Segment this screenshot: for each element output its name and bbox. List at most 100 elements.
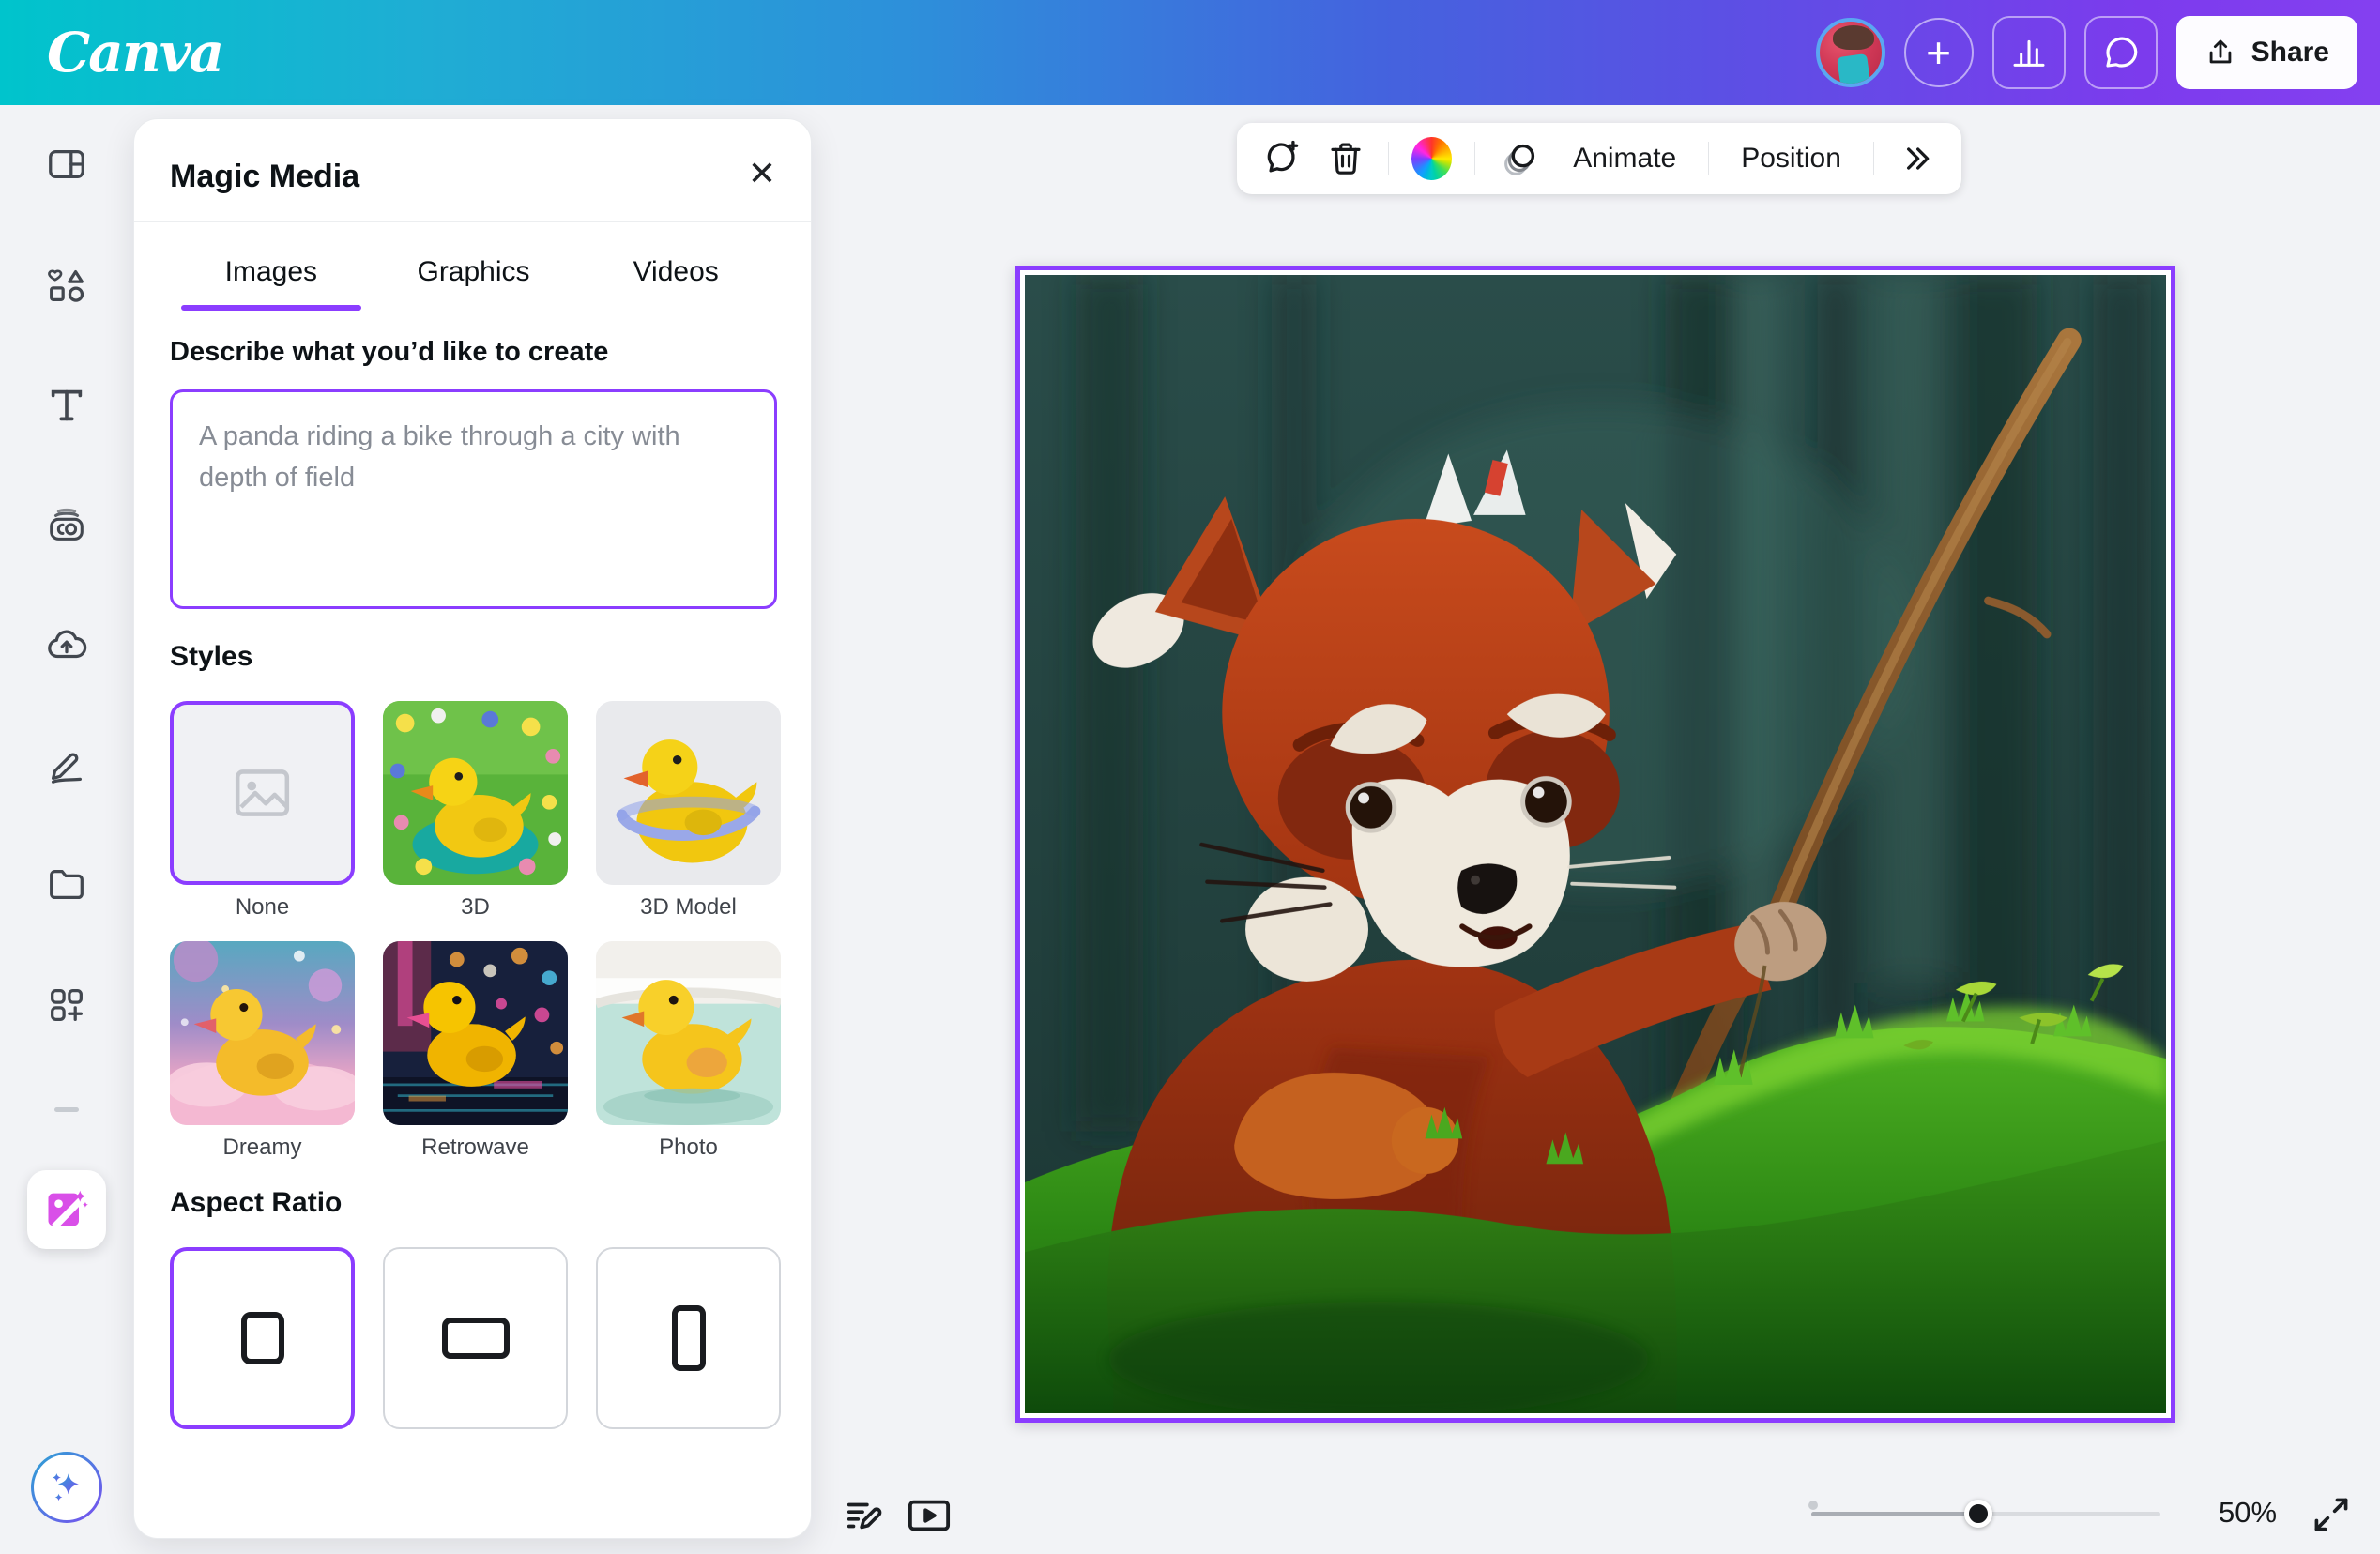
sidebar-item-elements[interactable] <box>45 264 88 307</box>
style-label: 3D Model <box>640 894 737 921</box>
sidebar-item-design[interactable] <box>45 143 88 186</box>
toolbar-divider <box>1873 142 1874 175</box>
share-upload-icon <box>2205 37 2236 69</box>
sparkle-icon <box>46 1467 87 1508</box>
panel-title: Magic Media <box>170 159 359 195</box>
style-thumb-dreamy[interactable] <box>170 941 355 1125</box>
aspect-ratio-heading: Aspect Ratio <box>170 1187 342 1219</box>
toolbar-divider <box>1474 142 1475 175</box>
zoom-percentage[interactable]: 50% <box>2205 1496 2290 1530</box>
animate-icon <box>1498 137 1541 180</box>
top-bar: Canva + Share <box>0 0 2380 105</box>
panel-divider <box>134 221 811 222</box>
image-placeholder-icon <box>174 705 351 881</box>
style-thumb-retrowave[interactable] <box>383 941 568 1125</box>
style-option-3d[interactable]: 3D <box>383 701 568 921</box>
notes-button[interactable] <box>843 1494 886 1537</box>
position-button[interactable]: Position <box>1732 143 1851 175</box>
magic-media-panel: Magic Media ✕ Images Graphics Videos Des… <box>133 118 812 1539</box>
duck-3d-model-art <box>596 701 781 885</box>
share-button[interactable]: Share <box>2176 16 2357 89</box>
sidebar <box>0 105 133 1554</box>
style-label: Photo <box>659 1135 718 1161</box>
style-thumb-none[interactable] <box>170 701 355 885</box>
sidebar-item-apps[interactable] <box>45 983 88 1027</box>
more-options-button[interactable] <box>1897 137 1937 180</box>
toolbar-divider <box>1388 142 1389 175</box>
sidebar-item-projects[interactable] <box>45 863 88 906</box>
plus-icon: + <box>1926 31 1951 74</box>
zoom-slider-knob[interactable] <box>1964 1500 1992 1528</box>
style-option-photo[interactable]: Photo <box>596 941 781 1161</box>
comment-add-icon <box>1261 138 1303 179</box>
aspect-option-portrait[interactable] <box>596 1247 781 1429</box>
expand-icon <box>2311 1494 2352 1535</box>
sidebar-item-brand[interactable] <box>45 504 88 547</box>
describe-label: Describe what you’d like to create <box>170 337 608 368</box>
square-ratio-icon <box>241 1312 284 1364</box>
fullscreen-button[interactable] <box>2311 1494 2352 1535</box>
style-option-retrowave[interactable]: Retrowave <box>383 941 568 1161</box>
sidebar-item-text[interactable] <box>45 384 88 427</box>
present-play-icon <box>905 1494 954 1537</box>
animate-button-icon[interactable] <box>1498 137 1541 180</box>
tab-graphics[interactable]: Graphics <box>373 234 575 311</box>
style-option-none[interactable]: None <box>170 701 355 921</box>
magic-media-icon <box>42 1185 91 1234</box>
tab-images[interactable]: Images <box>170 234 373 311</box>
style-thumb-3d[interactable] <box>383 701 568 885</box>
style-label: Retrowave <box>421 1135 529 1161</box>
color-wheel-button[interactable] <box>1411 137 1452 180</box>
duck-3d-art <box>383 701 568 885</box>
canva-logo[interactable]: Canva <box>47 21 222 84</box>
trash-icon <box>1326 139 1365 178</box>
notes-icon <box>843 1494 886 1537</box>
comment-add-button[interactable] <box>1261 137 1303 180</box>
animate-button[interactable]: Animate <box>1564 143 1686 175</box>
portrait-ratio-icon <box>672 1305 706 1371</box>
landscape-ratio-icon <box>442 1318 510 1359</box>
share-label: Share <box>2251 37 2329 69</box>
comment-bubble-icon <box>2101 33 2141 72</box>
aspect-option-square[interactable] <box>170 1247 355 1429</box>
insights-button[interactable] <box>1992 16 2066 89</box>
tab-videos[interactable]: Videos <box>574 234 777 311</box>
style-thumb-3d-model[interactable] <box>596 701 781 885</box>
canvas-page-selected-image[interactable] <box>1015 266 2175 1423</box>
zoom-slider[interactable] <box>1811 1512 2160 1516</box>
styles-grid: None <box>170 701 781 1161</box>
delete-button[interactable] <box>1325 137 1365 180</box>
sidebar-item-magic-media[interactable] <box>27 1170 106 1249</box>
duck-retrowave-art <box>383 941 568 1125</box>
red-panda-generated-image <box>1025 275 2166 1413</box>
comments-button[interactable] <box>2084 16 2158 89</box>
close-button[interactable]: ✕ <box>740 151 785 196</box>
ai-assistant-button[interactable] <box>31 1452 102 1523</box>
duck-dreamy-art <box>170 941 355 1125</box>
style-label: None <box>236 894 289 921</box>
canva-editor: Canva + Share <box>0 0 2380 1554</box>
sidebar-item-draw[interactable] <box>45 743 88 786</box>
style-label: Dreamy <box>222 1135 301 1161</box>
add-member-button[interactable]: + <box>1904 18 1974 87</box>
styles-heading: Styles <box>170 641 252 673</box>
duck-photo-art <box>596 941 781 1125</box>
sidebar-item-uploads[interactable] <box>45 623 88 666</box>
prompt-input[interactable] <box>170 389 777 609</box>
avatar[interactable] <box>1816 18 1885 87</box>
style-option-3d-model[interactable]: 3D Model <box>596 701 781 921</box>
present-button[interactable] <box>905 1494 954 1537</box>
zoom-fit-marker <box>1808 1501 1818 1510</box>
close-icon: ✕ <box>748 154 776 193</box>
style-option-dreamy[interactable]: Dreamy <box>170 941 355 1161</box>
selection-toolbar: Animate Position <box>1237 123 1961 194</box>
toolbar-divider <box>1708 142 1709 175</box>
aspect-ratio-grid <box>170 1247 781 1429</box>
style-label: 3D <box>461 894 490 921</box>
panel-tabs: Images Graphics Videos <box>170 234 777 311</box>
bar-chart-icon <box>2010 34 2048 71</box>
chevrons-right-icon <box>1898 140 1935 177</box>
sidebar-divider <box>54 1107 79 1112</box>
aspect-option-landscape[interactable] <box>383 1247 568 1429</box>
style-thumb-photo[interactable] <box>596 941 781 1125</box>
